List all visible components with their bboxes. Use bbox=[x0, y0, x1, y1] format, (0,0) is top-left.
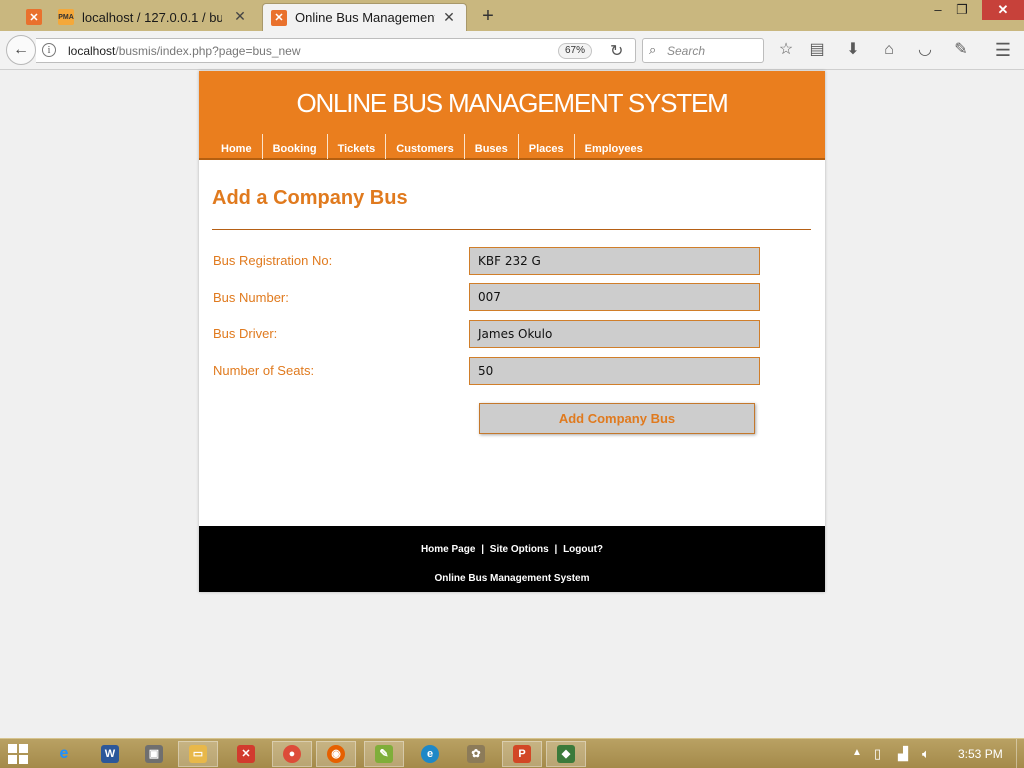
network-icon[interactable]: ▣ bbox=[134, 741, 174, 767]
notepad-icon[interactable]: ✎ bbox=[364, 741, 404, 767]
url-host: localhost bbox=[68, 44, 116, 58]
hamburger-menu-icon[interactable]: ☰ bbox=[992, 39, 1014, 61]
search-input[interactable]: ⌕ Search bbox=[642, 38, 764, 63]
installer-glyph: ◆ bbox=[557, 745, 575, 763]
close-icon[interactable]: ✕ bbox=[233, 9, 247, 23]
nav-places[interactable]: Places bbox=[519, 134, 575, 159]
url-path: /busmis/index.php?page=bus_new bbox=[115, 44, 301, 58]
browser-toolbar: ← i localhost/busmis/index.php?page=bus_… bbox=[0, 31, 1024, 70]
powerpoint-icon[interactable]: P bbox=[502, 741, 542, 767]
installer-icon[interactable]: ◆ bbox=[546, 741, 586, 767]
clock[interactable]: 3:53 PM bbox=[958, 747, 1003, 761]
download-icon[interactable]: ⬇ bbox=[842, 39, 864, 61]
firefox-icon[interactable]: ◉ bbox=[316, 741, 356, 767]
nav-buses[interactable]: Buses bbox=[465, 134, 519, 159]
phpmyadmin-icon: PMA bbox=[58, 9, 74, 25]
seats-input[interactable]: 50 bbox=[469, 357, 760, 385]
chrome-glyph: ● bbox=[283, 745, 301, 763]
windows-start-icon[interactable] bbox=[8, 744, 30, 764]
bus-driver-label: Bus Driver: bbox=[213, 326, 278, 341]
taskbar: e W ▣ ▭ ✕ ● ◉ ✎ e ✿ P ◆ ▲ ▯ ▟ 🔈︎ 3:53 PM bbox=[0, 738, 1024, 768]
back-arrow-icon[interactable]: ← bbox=[6, 35, 36, 65]
nav-employees[interactable]: Employees bbox=[575, 134, 653, 159]
firefox-glyph: ◉ bbox=[327, 745, 345, 763]
footer-home-link[interactable]: Home Page bbox=[421, 544, 475, 555]
reading-list-icon[interactable]: ▤ bbox=[806, 39, 828, 61]
site-footer: Home Page | Site Options | Logout? Onlin… bbox=[199, 526, 825, 592]
xampp-glyph: ✕ bbox=[237, 745, 255, 763]
word-icon[interactable]: W bbox=[90, 741, 130, 767]
site-header: ONLINE BUS MANAGEMENT SYSTEM Home Bookin… bbox=[199, 71, 825, 160]
footer-separator: | bbox=[481, 544, 484, 555]
file-explorer-icon[interactable]: ▭ bbox=[178, 741, 218, 767]
xampp-taskbar-icon[interactable]: ✕ bbox=[226, 741, 266, 767]
url-text: localhost/busmis/index.php?page=bus_new bbox=[68, 44, 301, 58]
close-icon[interactable]: ✕ bbox=[442, 10, 456, 24]
address-bar[interactable]: i localhost/busmis/index.php?page=bus_ne… bbox=[36, 38, 636, 63]
volume-icon[interactable]: 🔈︎ bbox=[922, 746, 930, 762]
xampp-icon: ✕ bbox=[26, 9, 42, 25]
nav-home[interactable]: Home bbox=[211, 134, 263, 159]
paint-icon[interactable]: ✿ bbox=[456, 741, 496, 767]
page-title: Add a Company Bus bbox=[212, 187, 408, 209]
ie-glyph: e bbox=[59, 745, 69, 762]
registration-input[interactable]: KBF 232 G bbox=[469, 247, 760, 275]
notepad-glyph: ✎ bbox=[375, 745, 393, 763]
show-desktop-button[interactable] bbox=[1016, 739, 1024, 768]
footer-site-options-link[interactable]: Site Options bbox=[490, 544, 549, 555]
pinned-tab[interactable]: ✕ bbox=[18, 3, 50, 31]
word-glyph: W bbox=[101, 745, 119, 763]
footer-copyright: Online Bus Management System bbox=[434, 573, 590, 584]
edge-glyph: e bbox=[421, 745, 439, 763]
nav-customers[interactable]: Customers bbox=[386, 134, 465, 159]
divider bbox=[212, 229, 811, 230]
powerpoint-glyph: P bbox=[513, 745, 531, 763]
battery-icon[interactable]: ▯ bbox=[874, 746, 881, 762]
footer-separator: | bbox=[554, 544, 558, 555]
footer-logout-link[interactable]: Logout? bbox=[563, 544, 603, 555]
add-company-bus-button[interactable]: Add Company Bus bbox=[479, 403, 755, 434]
tray-overflow-icon[interactable]: ▲ bbox=[852, 747, 862, 758]
nav-tickets[interactable]: Tickets bbox=[328, 134, 387, 159]
browser-tab-phpmyadmin[interactable]: PMA localhost / 127.0.0.1 / bus... ✕ bbox=[52, 3, 257, 31]
site-title: ONLINE BUS MANAGEMENT SYSTEM bbox=[296, 88, 728, 118]
pocket-icon[interactable]: ◡ bbox=[914, 39, 936, 61]
internet-explorer-icon[interactable]: e bbox=[44, 741, 84, 767]
paint-glyph: ✿ bbox=[467, 745, 485, 763]
site-nav: Home Booking Tickets Customers Buses Pla… bbox=[211, 134, 653, 159]
tab-title: Online Bus Management ... bbox=[295, 10, 435, 25]
new-tab-icon[interactable]: + bbox=[478, 5, 498, 28]
info-icon[interactable]: i bbox=[42, 43, 56, 57]
browser-tab-strip: ✕ PMA localhost / 127.0.0.1 / bus... ✕ ✕… bbox=[0, 0, 1024, 31]
reload-icon[interactable]: ↻ bbox=[610, 41, 623, 61]
nav-booking[interactable]: Booking bbox=[263, 134, 328, 159]
search-icon: ⌕ bbox=[649, 42, 657, 57]
browser-tab-active[interactable]: ✕ Online Bus Management ... ✕ bbox=[262, 3, 467, 31]
restore-icon[interactable]: ❐ bbox=[948, 0, 976, 20]
seats-label: Number of Seats: bbox=[213, 363, 315, 378]
footer-links: Home Page | Site Options | Logout? bbox=[199, 544, 825, 555]
folder-glyph: ▭ bbox=[189, 745, 207, 763]
web-page: ONLINE BUS MANAGEMENT SYSTEM Home Bookin… bbox=[199, 71, 825, 592]
bookmark-star-icon[interactable]: ☆ bbox=[775, 39, 797, 61]
home-icon[interactable]: ⌂ bbox=[878, 39, 900, 61]
edge-icon[interactable]: e bbox=[410, 741, 450, 767]
zoom-level-badge[interactable]: 67% bbox=[558, 43, 592, 59]
chrome-icon[interactable]: ● bbox=[272, 741, 312, 767]
search-placeholder: Search bbox=[667, 44, 706, 58]
bus-driver-input[interactable]: James Okulo bbox=[469, 320, 760, 348]
registration-label: Bus Registration No: bbox=[213, 253, 333, 268]
tab-title: localhost / 127.0.0.1 / bus... bbox=[82, 9, 222, 25]
pen-icon[interactable]: ✎ bbox=[950, 39, 972, 61]
bus-number-label: Bus Number: bbox=[213, 290, 289, 305]
network-glyph: ▣ bbox=[145, 745, 163, 763]
signal-icon[interactable]: ▟ bbox=[898, 746, 908, 762]
bus-number-input[interactable]: 007 bbox=[469, 283, 760, 311]
window-close-icon[interactable]: ✕ bbox=[982, 0, 1024, 20]
xampp-icon: ✕ bbox=[271, 9, 287, 26]
